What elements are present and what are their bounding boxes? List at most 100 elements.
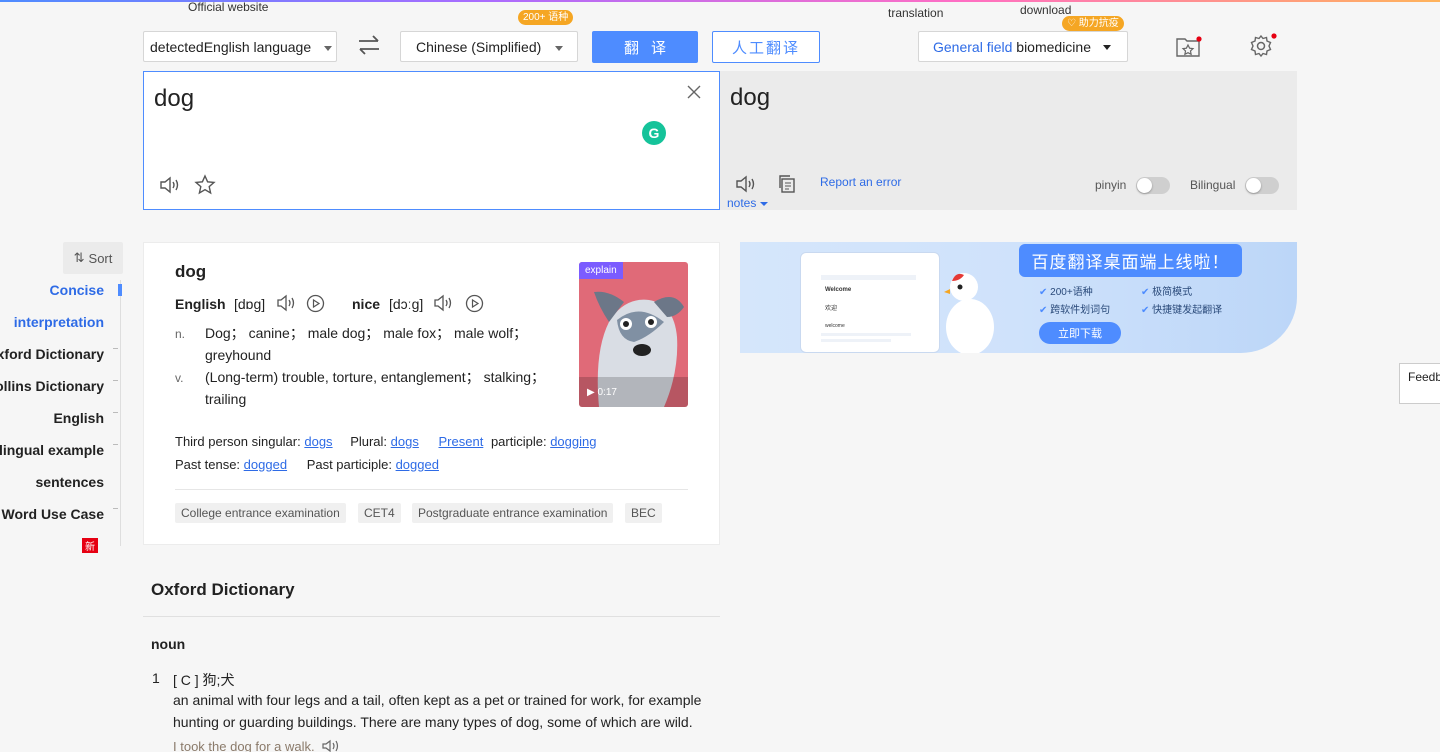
speaker-icon[interactable] — [159, 175, 181, 195]
new-badge: 新 — [82, 538, 98, 553]
concise-interpretation-card: dog English [dɒg] nice [dɔːg] n. Dog； ca… — [143, 242, 720, 545]
exam-tag: BEC — [625, 503, 662, 523]
feedback-button[interactable]: Feedb — [1399, 363, 1440, 404]
sidebar-tick — [113, 412, 118, 413]
source-text-panel[interactable]: dog G — [143, 71, 720, 210]
chevron-down-icon — [324, 46, 332, 51]
favorites-icon[interactable] — [1175, 35, 1205, 59]
explain-video-thumbnail[interactable]: explain ▶ 0:17 — [579, 262, 688, 407]
mockup-bar — [821, 339, 891, 342]
pinyin-label: pinyin — [1095, 178, 1127, 192]
source-text-input[interactable]: dog — [154, 85, 194, 113]
banner-feature: ✔ 跨软件划词句 — [1039, 301, 1110, 316]
sidebar-item-english[interactable]: English — [53, 410, 104, 426]
copy-icon[interactable] — [777, 174, 797, 194]
video-time: 0:17 — [597, 387, 617, 398]
desktop-app-banner[interactable]: Welcome 欢迎 welcome 百度翻译桌面端上线啦！ ✔ 200+语种 … — [740, 242, 1297, 353]
target-text-output: dog — [730, 84, 771, 111]
speaker-icon[interactable] — [433, 294, 453, 317]
official-website-link[interactable]: Official website — [188, 0, 268, 14]
banner-feature: ✔ 快捷键发起翻译 — [1141, 301, 1222, 316]
word-forms-line1: Third person singular: dogs Plural: dogs… — [175, 434, 596, 449]
domain-field-select[interactable]: General field biomedicine — [918, 31, 1128, 62]
banner-feature-text: 极简模式 — [1152, 287, 1193, 298]
banner-feature-text: 快捷键发起翻译 — [1152, 305, 1223, 316]
translation-link[interactable]: translation — [888, 6, 943, 20]
sidebar-active-indicator — [118, 284, 122, 296]
field-value: biomedicine — [1016, 38, 1091, 55]
bilingual-toggle[interactable] — [1245, 177, 1279, 194]
play-icon: ▶ — [587, 387, 595, 398]
oxford-divider — [143, 616, 720, 617]
source-language-value: detectedEnglish language — [150, 38, 312, 55]
human-translation-button[interactable]: 人工翻译 — [712, 31, 820, 63]
check-icon: ✔ — [1141, 287, 1150, 298]
speaker-icon[interactable] — [735, 174, 757, 194]
field-label: General field — [933, 38, 1013, 55]
definition-verb-line2: trailing — [205, 391, 247, 407]
mockup-bar — [821, 275, 916, 280]
exam-tag: Postgraduate entrance examination — [412, 503, 614, 523]
third-person-link[interactable]: dogs — [304, 434, 332, 449]
sidebar-tick — [113, 444, 118, 445]
close-icon[interactable] — [687, 85, 701, 99]
translate-button[interactable]: 翻译 — [592, 31, 698, 63]
pinyin-toggle[interactable] — [1136, 177, 1170, 194]
sidebar-item-concise[interactable]: Concise — [50, 282, 104, 298]
banner-feature: ✔ 200+语种 — [1039, 283, 1093, 298]
phonetic-1: [dɒg] — [234, 296, 266, 312]
target-language-select[interactable]: Chinese (Simplified) — [400, 31, 578, 62]
sidebar-item-interpretation[interactable]: interpretation — [14, 314, 104, 330]
sidebar-item-oxford[interactable]: Oxford Dictionary — [0, 346, 104, 362]
swap-languages-icon[interactable] — [357, 34, 381, 56]
pos-noun: n. — [175, 327, 186, 341]
notes-dropdown[interactable]: notes — [727, 196, 768, 210]
explain-tag: explain — [579, 262, 623, 279]
report-error-link[interactable]: Report an error — [820, 175, 901, 189]
bilingual-label: Bilingual — [1190, 178, 1236, 192]
past-tense-link[interactable]: dogged — [244, 457, 287, 472]
plural-link[interactable]: dogs — [391, 434, 419, 449]
play-circle-icon[interactable] — [465, 294, 484, 318]
app-mockup: Welcome 欢迎 welcome — [800, 252, 940, 353]
chevron-down-icon — [1103, 45, 1111, 50]
star-icon[interactable] — [194, 174, 216, 196]
banner-feature-text: 200+语种 — [1050, 287, 1093, 298]
sidebar-item-collins[interactable]: Collins Dictionary — [0, 378, 104, 394]
exam-tag: College entrance examination — [175, 503, 346, 523]
sidebar-item-bilingual-example[interactable]: Bilingual example — [0, 442, 104, 458]
check-icon: ✔ — [1141, 305, 1150, 316]
chevron-down-icon — [759, 201, 768, 206]
sidebar-item-sentences[interactable]: sentences — [36, 474, 104, 490]
entry-word: dog — [175, 262, 207, 281]
sense-label: [ C ] 狗;犬 — [173, 672, 235, 688]
past-participle-label: Past participle: — [306, 457, 392, 472]
participle-link[interactable]: dogging — [550, 434, 596, 449]
speaker-icon[interactable] — [276, 294, 296, 317]
target-text-panel: dog Report an error notes pinyin Bilingu… — [720, 71, 1297, 210]
sidebar-tick — [113, 348, 118, 349]
past-participle-link[interactable]: dogged — [396, 457, 439, 472]
languages-badge: 200+ 语种 — [518, 10, 574, 25]
phonetic-label-2: nice — [352, 296, 381, 312]
present-link[interactable]: Present — [439, 434, 484, 449]
source-language-select[interactable]: detectedEnglish language — [143, 31, 337, 62]
sense-number: 1 — [152, 670, 160, 686]
sidebar-item-word-use-case[interactable]: Word Use Case — [2, 506, 104, 522]
fight-badge: ♡ 助力抗疫 — [1062, 16, 1124, 31]
phonetic-label-1: English — [175, 296, 226, 312]
download-now-button[interactable]: 立即下载 — [1039, 322, 1121, 344]
mockup-bar — [821, 333, 911, 336]
chevron-down-icon — [555, 46, 563, 51]
definition-noun-line2: greyhound — [205, 347, 272, 363]
gear-icon[interactable] — [1248, 33, 1278, 59]
speaker-icon[interactable] — [322, 739, 340, 752]
third-person-label: Third person singular: — [175, 434, 301, 449]
check-icon: ✔ — [1039, 287, 1048, 298]
play-circle-icon[interactable] — [306, 294, 325, 318]
download-link[interactable]: download — [1020, 3, 1071, 17]
definition-noun-line1: Dog； canine； male dog； male fox； male wo… — [205, 325, 528, 341]
phonetic-2: [dɔːg] — [389, 296, 424, 312]
grammarly-icon[interactable]: G — [642, 121, 666, 145]
mockup-small: welcome — [825, 323, 845, 329]
